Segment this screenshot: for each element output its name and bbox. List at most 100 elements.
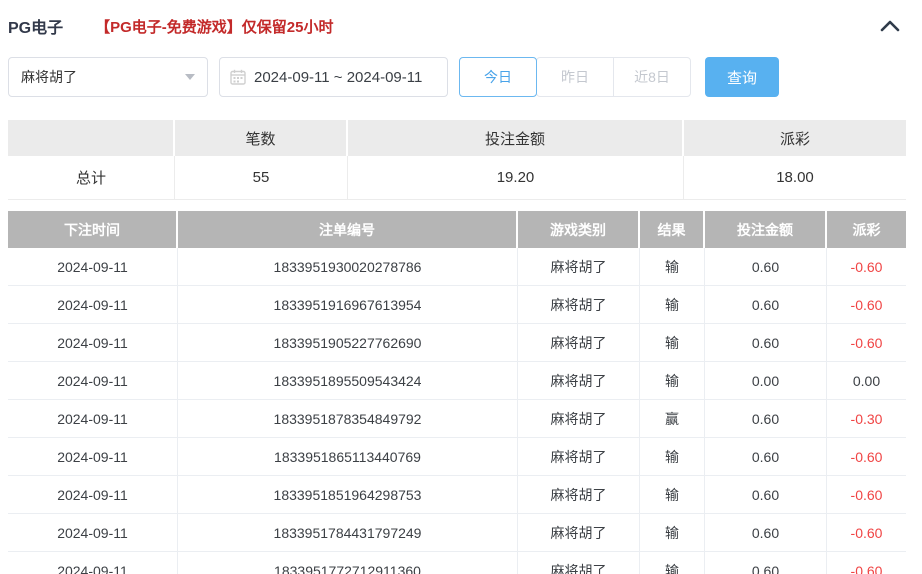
records-header-game-type: 游戏类别 — [518, 211, 640, 248]
record-bet-amount: 0.60 — [705, 324, 827, 361]
record-payout: 0.00 — [827, 362, 906, 399]
record-date: 2024-09-11 — [8, 248, 178, 285]
record-bet-amount: 0.60 — [705, 286, 827, 323]
record-result: 输 — [640, 476, 705, 513]
record-order-no: 1833951865113440769 — [178, 438, 518, 475]
panel-notice: 【PG电子-免费游戏】仅保留25小时 — [95, 18, 334, 36]
record-payout: -0.60 — [827, 476, 906, 513]
record-order-no: 1833951916967613954 — [178, 286, 518, 323]
records-header-order-no: 注单编号 — [178, 211, 518, 248]
table-row: 2024-09-11 1833951865113440769 麻将胡了输 0.60 -0… — [8, 438, 906, 476]
record-date: 2024-09-11 — [8, 514, 178, 551]
record-game: 麻将胡了 — [518, 248, 640, 285]
record-bet-amount: 0.60 — [705, 552, 827, 574]
record-order-no: 1833951895509543424 — [178, 362, 518, 399]
game-select[interactable]: 麻将胡了 — [8, 57, 208, 97]
record-order-no: 1833951772712911360 — [178, 552, 518, 574]
record-game: 麻将胡了 — [518, 286, 640, 323]
record-date: 2024-09-11 — [8, 438, 178, 475]
record-result: 输 — [640, 438, 705, 475]
query-button[interactable]: 查询 — [705, 57, 779, 97]
record-bet-amount: 0.00 — [705, 362, 827, 399]
calendar-icon — [230, 69, 246, 85]
record-result: 赢 — [640, 400, 705, 437]
filter-controls: 麻将胡了 2024-09-11 ~ 2024-09-11 今日 昨日 近8日 查… — [8, 57, 914, 97]
record-game: 麻将胡了 — [518, 514, 640, 551]
records-header-bet-time: 下注时间 — [8, 211, 178, 248]
chevron-up-icon — [880, 20, 900, 32]
record-payout: -0.30 — [827, 400, 906, 437]
table-row: 2024-09-11 1833951772712911360 麻将胡了输 0.60 -0… — [8, 552, 906, 574]
record-date: 2024-09-11 — [8, 324, 178, 361]
records-header-bet-amount: 投注金额 — [705, 211, 827, 248]
table-row: 2024-09-11 1833951851964298753 麻将胡了输 0.60 -0… — [8, 476, 906, 514]
table-row: 2024-09-11 1833951905227762690 麻将胡了输 0.60 -0… — [8, 324, 906, 362]
summary-header-blank — [8, 120, 175, 156]
record-payout: -0.60 — [827, 286, 906, 323]
record-date: 2024-09-11 — [8, 552, 178, 574]
record-payout: -0.60 — [827, 514, 906, 551]
records-header-result: 结果 — [640, 211, 705, 248]
record-order-no: 1833951851964298753 — [178, 476, 518, 513]
record-date: 2024-09-11 — [8, 286, 178, 323]
record-game: 麻将胡了 — [518, 476, 640, 513]
record-result: 输 — [640, 248, 705, 285]
summary-header-row: 笔数 投注金额 派彩 — [8, 120, 906, 156]
record-date: 2024-09-11 — [8, 400, 178, 437]
table-row: 2024-09-11 1833951930020278786 麻将胡了输 0.60 -0… — [8, 248, 906, 286]
collapse-panel-button[interactable] — [878, 14, 902, 38]
records-header-row: 下注时间 注单编号 游戏类别 结果 投注金额 派彩 — [8, 211, 906, 248]
table-row: 2024-09-11 1833951916967613954 麻将胡了输 0.60 -0… — [8, 286, 906, 324]
table-row: 2024-09-11 1833951784431797249 麻将胡了输 0.60 -0… — [8, 514, 906, 552]
record-bet-amount: 0.60 — [705, 476, 827, 513]
records-body: 2024-09-11 1833951930020278786 麻将胡了输 0.60 -0… — [8, 248, 906, 574]
yesterday-button[interactable]: 昨日 — [536, 57, 614, 97]
record-game: 麻将胡了 — [518, 438, 640, 475]
summary-total-payout: 18.00 — [684, 156, 906, 199]
summary-table: 笔数 投注金额 派彩 总计 55 19.20 18.00 — [8, 120, 906, 200]
record-order-no: 1833951930020278786 — [178, 248, 518, 285]
record-game: 麻将胡了 — [518, 324, 640, 361]
record-result: 输 — [640, 362, 705, 399]
record-payout: -0.60 — [827, 552, 906, 574]
quick-date-buttons: 今日 昨日 近8日 — [459, 57, 691, 97]
record-payout: -0.60 — [827, 248, 906, 285]
record-bet-amount: 0.60 — [705, 248, 827, 285]
last8days-button[interactable]: 近8日 — [613, 57, 691, 97]
today-button[interactable]: 今日 — [459, 57, 537, 97]
date-range-picker[interactable]: 2024-09-11 ~ 2024-09-11 — [219, 57, 448, 97]
summary-total-row: 总计 55 19.20 18.00 — [8, 156, 906, 200]
record-game: 麻将胡了 — [518, 400, 640, 437]
record-order-no: 1833951878354849792 — [178, 400, 518, 437]
record-bet-amount: 0.60 — [705, 514, 827, 551]
record-bet-amount: 0.60 — [705, 438, 827, 475]
summary-header-count: 笔数 — [175, 120, 348, 156]
record-game: 麻将胡了 — [518, 552, 640, 574]
record-payout: -0.60 — [827, 324, 906, 361]
summary-header-bet-amount: 投注金额 — [348, 120, 684, 156]
summary-total-bet-amount: 19.20 — [348, 156, 684, 199]
pg-records-panel: PG电子 【PG电子-免费游戏】仅保留25小时 麻将胡了 2024-09-11 … — [0, 0, 922, 574]
records-header-payout: 派彩 — [827, 211, 906, 248]
panel-header: PG电子 【PG电子-免费游戏】仅保留25小时 — [8, 0, 914, 38]
table-row: 2024-09-11 1833951895509543424 麻将胡了输 0.00 0.… — [8, 362, 906, 400]
summary-header-payout: 派彩 — [684, 120, 906, 156]
date-range-value: 2024-09-11 ~ 2024-09-11 — [254, 68, 423, 86]
chevron-down-icon — [185, 74, 195, 80]
panel-title: PG电子 — [8, 20, 64, 37]
record-result: 输 — [640, 552, 705, 574]
summary-total-label: 总计 — [8, 156, 175, 199]
record-payout: -0.60 — [827, 438, 906, 475]
record-order-no: 1833951905227762690 — [178, 324, 518, 361]
summary-total-count: 55 — [175, 156, 348, 199]
record-result: 输 — [640, 286, 705, 323]
record-game: 麻将胡了 — [518, 362, 640, 399]
table-row: 2024-09-11 1833951878354849792 麻将胡了赢 0.60 -0… — [8, 400, 906, 438]
record-bet-amount: 0.60 — [705, 400, 827, 437]
record-result: 输 — [640, 514, 705, 551]
record-date: 2024-09-11 — [8, 362, 178, 399]
record-date: 2024-09-11 — [8, 476, 178, 513]
game-select-value: 麻将胡了 — [21, 69, 77, 85]
record-result: 输 — [640, 324, 705, 361]
record-order-no: 1833951784431797249 — [178, 514, 518, 551]
